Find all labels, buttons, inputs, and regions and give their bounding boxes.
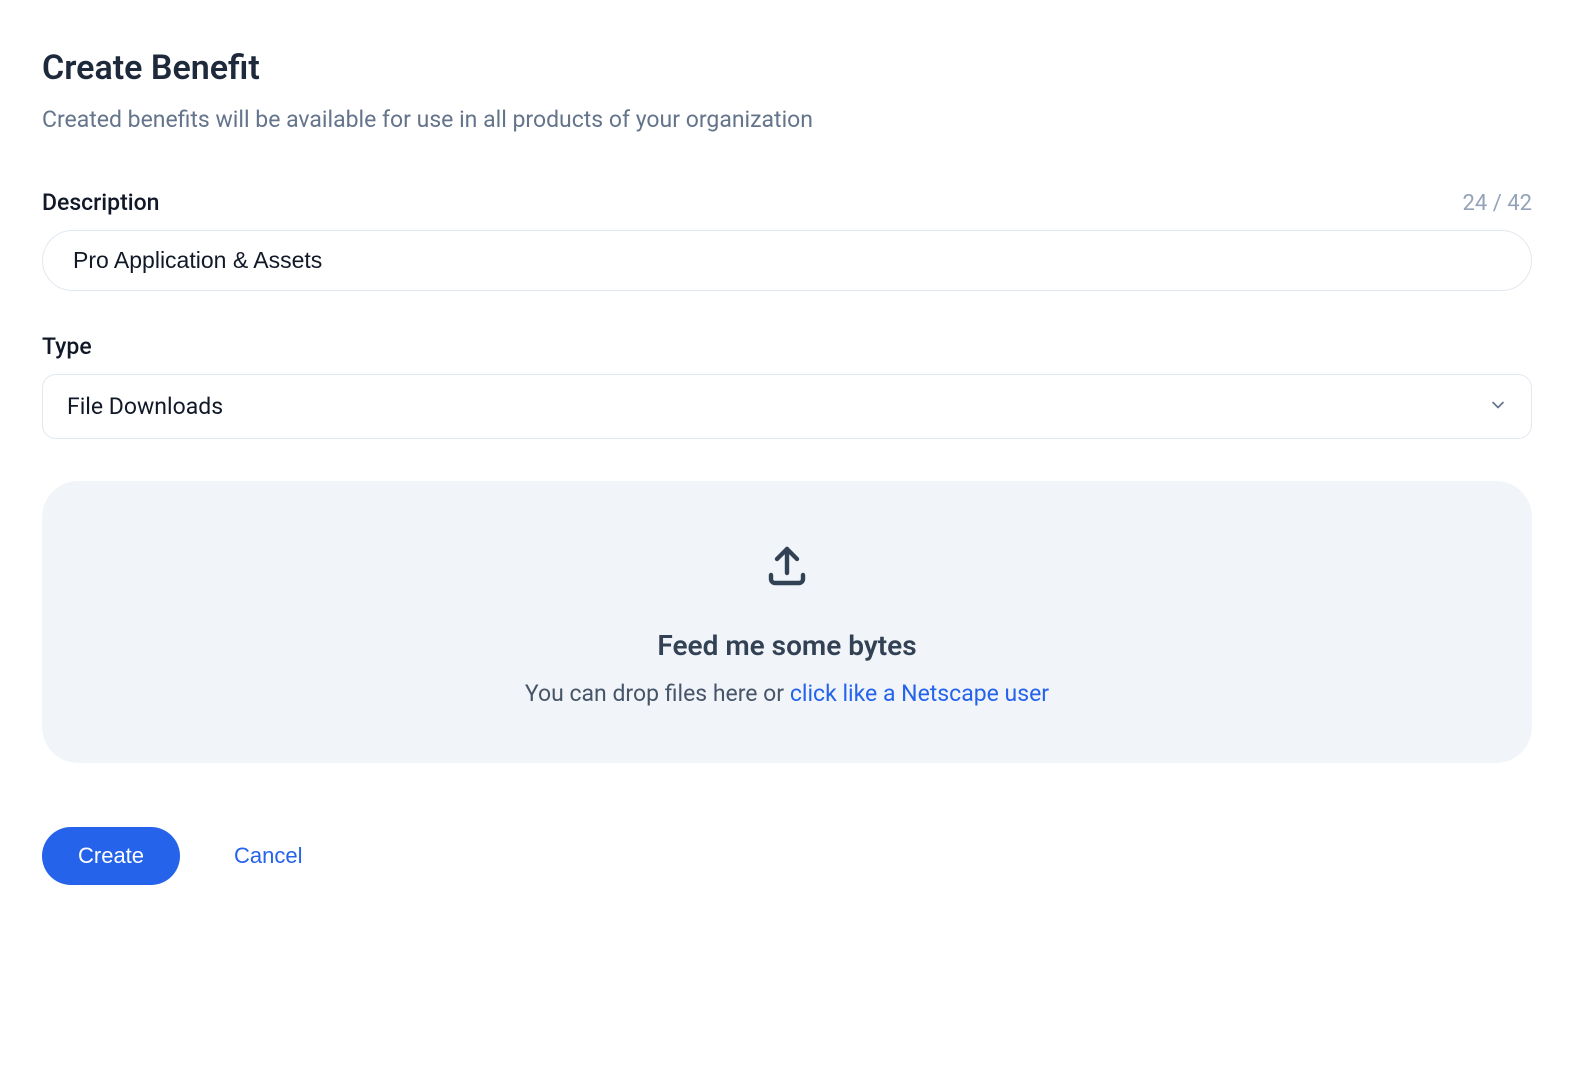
description-counter: 24 / 42 [1463, 191, 1532, 216]
cancel-button[interactable]: Cancel [234, 843, 302, 869]
file-dropzone[interactable]: Feed me some bytes You can drop files he… [42, 481, 1532, 763]
page-title: Create Benefit [42, 48, 1532, 88]
dropzone-hint-text: You can drop files here or [525, 680, 790, 707]
description-input[interactable] [42, 230, 1532, 291]
type-label: Type [42, 333, 92, 360]
description-label: Description [42, 189, 159, 216]
dropzone-hint: You can drop files here or click like a … [525, 680, 1049, 707]
create-button[interactable]: Create [42, 827, 180, 885]
type-select[interactable]: File Downloads [42, 374, 1532, 439]
page-subtitle: Created benefits will be available for u… [42, 106, 1532, 133]
dropzone-browse-link[interactable]: click like a Netscape user [790, 680, 1049, 707]
upload-icon [763, 541, 811, 593]
dropzone-title: Feed me some bytes [657, 629, 916, 662]
